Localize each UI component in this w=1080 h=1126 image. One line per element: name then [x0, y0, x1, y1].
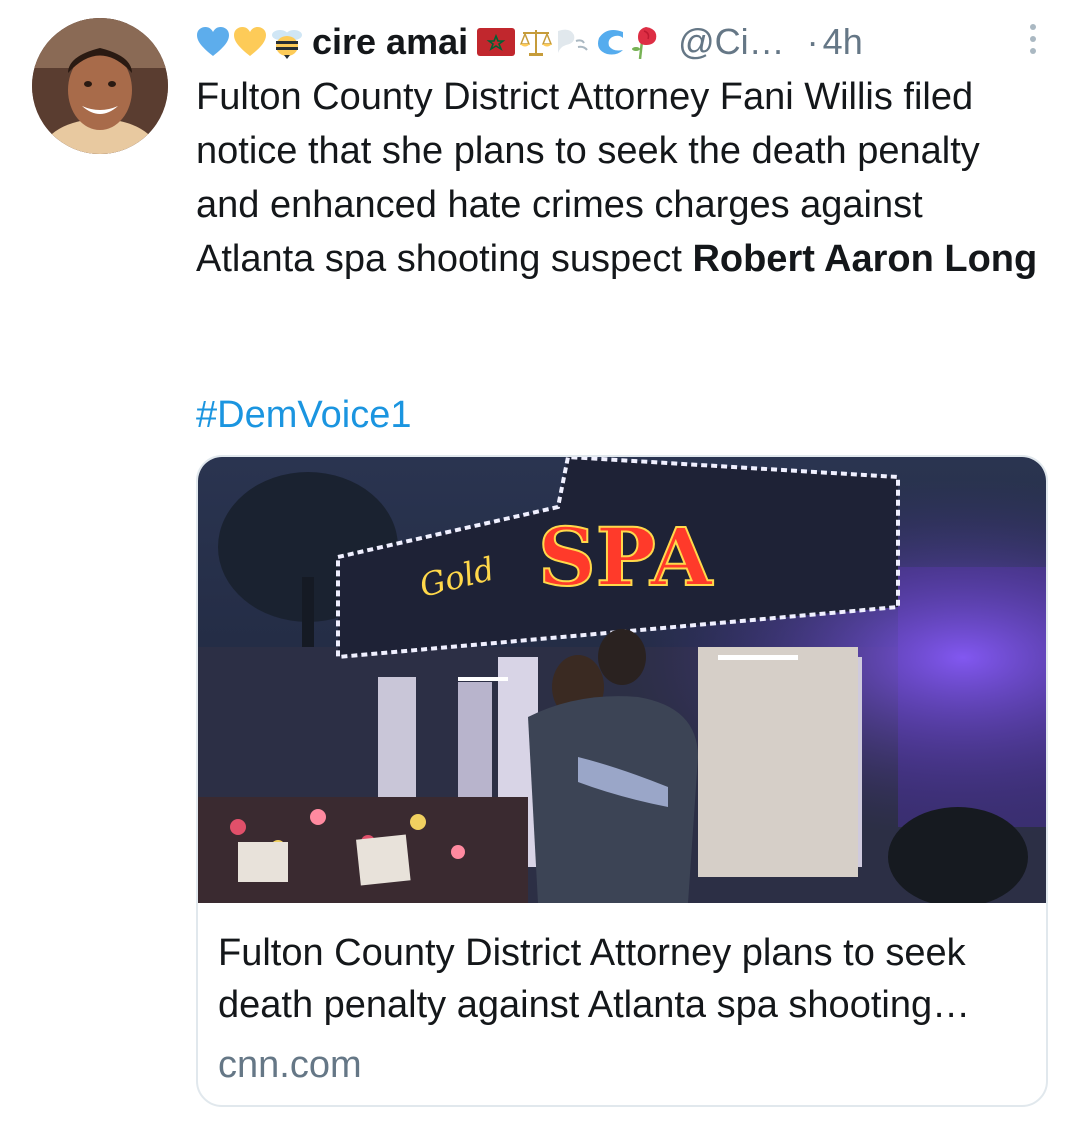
- avatar-photo: [32, 18, 168, 154]
- display-name[interactable]: cire amai: [312, 21, 468, 63]
- wind-icon: [556, 25, 590, 59]
- card-domain: cnn.com: [218, 1044, 362, 1086]
- more-options-icon[interactable]: [1026, 22, 1040, 58]
- tweet-header: cire amai @Ci… · 4h: [196, 16, 1040, 68]
- sign-main-text: SPA: [538, 510, 713, 604]
- wave-icon: [593, 25, 627, 59]
- scales-icon: [519, 25, 553, 59]
- avatar[interactable]: [32, 18, 168, 154]
- user-handle[interactable]: @Ci…: [678, 21, 785, 63]
- rose-icon: [630, 25, 664, 59]
- yellow-heart-icon: [233, 25, 267, 59]
- time-separator: ·: [806, 21, 819, 62]
- bee-icon: [270, 25, 304, 59]
- hashtag-link[interactable]: #DemVoice1: [196, 388, 411, 442]
- link-card[interactable]: Gold SPA Fulton County District Attorney…: [196, 455, 1048, 1107]
- name-emojis-before: [196, 25, 304, 59]
- morocco-flag-icon: [476, 25, 516, 59]
- blue-heart-icon: [196, 25, 230, 59]
- name-emojis-after: [476, 25, 664, 59]
- timestamp[interactable]: 4h: [823, 21, 863, 63]
- card-image[interactable]: Gold SPA: [198, 457, 1048, 903]
- tweet-text: Fulton County District Attorney Fani Wil…: [196, 70, 1046, 286]
- card-title[interactable]: Fulton County District Attorney plans to…: [218, 927, 1028, 1031]
- tweet-text-bold-name[interactable]: Robert Aaron Long: [692, 238, 1037, 280]
